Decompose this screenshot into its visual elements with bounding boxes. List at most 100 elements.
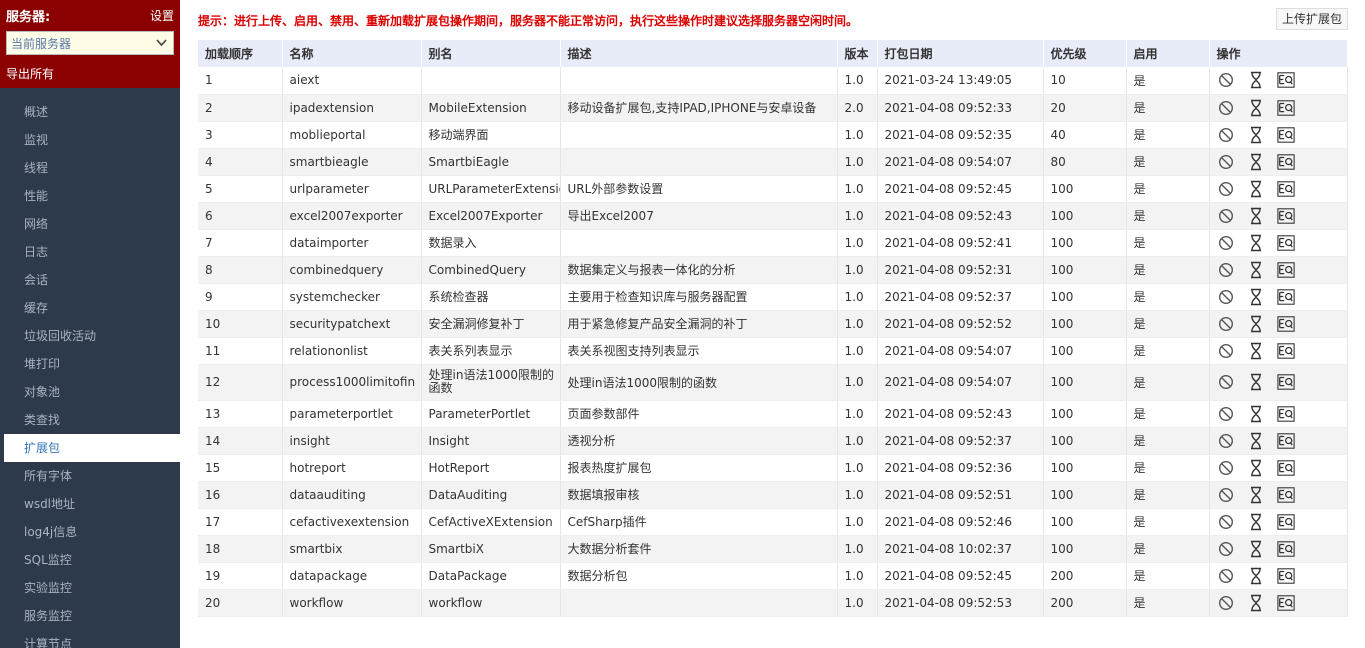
cell-priority: 100: [1043, 256, 1127, 284]
hourglass-icon[interactable]: [1247, 234, 1265, 252]
hourglass-icon[interactable]: [1247, 153, 1265, 171]
server-select[interactable]: 当前服务器: [6, 31, 174, 55]
disable-icon[interactable]: [1217, 288, 1235, 306]
sidebar-item[interactable]: 概述: [0, 98, 180, 126]
disable-icon[interactable]: [1217, 540, 1235, 558]
sidebar-item[interactable]: 类查找: [0, 406, 180, 434]
eq-icon[interactable]: [1276, 71, 1295, 89]
hourglass-icon[interactable]: [1247, 315, 1265, 333]
cell-alias: 安全漏洞修复补丁: [421, 310, 561, 338]
disable-icon[interactable]: [1217, 594, 1235, 612]
sidebar-item[interactable]: 网络: [0, 210, 180, 238]
hourglass-icon[interactable]: [1247, 261, 1265, 279]
hourglass-icon[interactable]: [1247, 71, 1265, 89]
disable-icon[interactable]: [1217, 486, 1235, 504]
eq-icon[interactable]: [1276, 513, 1295, 531]
disable-icon[interactable]: [1217, 234, 1235, 252]
sidebar-item[interactable]: log4j信息: [0, 518, 180, 546]
eq-icon[interactable]: [1276, 288, 1295, 306]
disable-icon[interactable]: [1217, 513, 1235, 531]
sidebar-item[interactable]: 实验监控: [0, 574, 180, 602]
eq-icon[interactable]: [1276, 261, 1295, 279]
eq-icon[interactable]: [1276, 594, 1295, 612]
disable-icon[interactable]: [1217, 180, 1235, 198]
sidebar-item[interactable]: 服务监控: [0, 602, 180, 630]
disable-icon[interactable]: [1217, 207, 1235, 225]
hourglass-icon[interactable]: [1247, 594, 1265, 612]
hourglass-icon[interactable]: [1247, 486, 1265, 504]
cell-ops: [1209, 229, 1348, 257]
eq-icon[interactable]: [1276, 153, 1295, 171]
hourglass-icon[interactable]: [1247, 459, 1265, 477]
hourglass-icon[interactable]: [1247, 373, 1265, 391]
sidebar-item[interactable]: 扩展包: [4, 434, 180, 462]
sidebar-item[interactable]: 性能: [0, 182, 180, 210]
sidebar-item[interactable]: 计算节点: [0, 630, 180, 648]
disable-icon[interactable]: [1217, 432, 1235, 450]
sidebar-item[interactable]: 日志: [0, 238, 180, 266]
cell-order: 10: [198, 310, 283, 338]
row-actions: [1217, 288, 1347, 306]
disable-icon[interactable]: [1217, 126, 1235, 144]
cell-order: 15: [198, 454, 283, 482]
sidebar-item[interactable]: 对象池: [0, 378, 180, 406]
disable-icon[interactable]: [1217, 71, 1235, 89]
disable-icon[interactable]: [1217, 99, 1235, 117]
row-actions: [1217, 594, 1347, 612]
eq-icon[interactable]: [1276, 432, 1295, 450]
disable-icon[interactable]: [1217, 342, 1235, 360]
sidebar-item[interactable]: wsdl地址: [0, 490, 180, 518]
hourglass-icon[interactable]: [1247, 405, 1265, 423]
sidebar-item[interactable]: 所有字体: [0, 462, 180, 490]
cell-alias: Excel2007Exporter: [421, 202, 561, 230]
hourglass-icon[interactable]: [1247, 126, 1265, 144]
export-all-link[interactable]: 导出所有: [6, 65, 174, 82]
hourglass-icon[interactable]: [1247, 99, 1265, 117]
hourglass-icon[interactable]: [1247, 207, 1265, 225]
eq-icon[interactable]: [1276, 373, 1295, 391]
sidebar-item[interactable]: 线程: [0, 154, 180, 182]
cell-alias: 移动端界面: [421, 121, 561, 149]
eq-icon[interactable]: [1276, 207, 1295, 225]
cell-enabled: 是: [1126, 337, 1210, 365]
sidebar-item[interactable]: 堆打印: [0, 350, 180, 378]
cell-enabled: 是: [1126, 121, 1210, 149]
disable-icon[interactable]: [1217, 405, 1235, 423]
hourglass-icon[interactable]: [1247, 180, 1265, 198]
hourglass-icon[interactable]: [1247, 342, 1265, 360]
sidebar-item[interactable]: SQL监控: [0, 546, 180, 574]
eq-icon[interactable]: [1276, 99, 1295, 117]
cell-desc: 表关系视图支持列表显示: [560, 337, 838, 365]
sidebar-item[interactable]: 缓存: [0, 294, 180, 322]
upload-extension-button[interactable]: 上传扩展包: [1275, 8, 1348, 30]
cell-version: 1.0: [837, 175, 878, 203]
disable-icon[interactable]: [1217, 261, 1235, 279]
eq-icon[interactable]: [1276, 342, 1295, 360]
disable-icon[interactable]: [1217, 315, 1235, 333]
hourglass-icon[interactable]: [1247, 288, 1265, 306]
disable-icon[interactable]: [1217, 373, 1235, 391]
eq-icon[interactable]: [1276, 234, 1295, 252]
eq-icon[interactable]: [1276, 567, 1295, 585]
eq-icon[interactable]: [1276, 315, 1295, 333]
sidebar-item[interactable]: 垃圾回收活动: [0, 322, 180, 350]
settings-link[interactable]: 设置: [150, 7, 174, 24]
eq-icon[interactable]: [1276, 126, 1295, 144]
cell-desc: 报表热度扩展包: [560, 454, 838, 482]
sidebar-item[interactable]: 会话: [0, 266, 180, 294]
disable-icon[interactable]: [1217, 459, 1235, 477]
sidebar-item[interactable]: 监视: [0, 126, 180, 154]
eq-icon[interactable]: [1276, 540, 1295, 558]
hourglass-icon[interactable]: [1247, 567, 1265, 585]
eq-icon[interactable]: [1276, 405, 1295, 423]
disable-icon[interactable]: [1217, 567, 1235, 585]
hourglass-icon[interactable]: [1247, 513, 1265, 531]
eq-icon[interactable]: [1276, 486, 1295, 504]
cell-desc: 透视分析: [560, 427, 838, 455]
hourglass-icon[interactable]: [1247, 432, 1265, 450]
cell-name: moblieportal: [282, 121, 422, 149]
hourglass-icon[interactable]: [1247, 540, 1265, 558]
eq-icon[interactable]: [1276, 459, 1295, 477]
eq-icon[interactable]: [1276, 180, 1295, 198]
disable-icon[interactable]: [1217, 153, 1235, 171]
